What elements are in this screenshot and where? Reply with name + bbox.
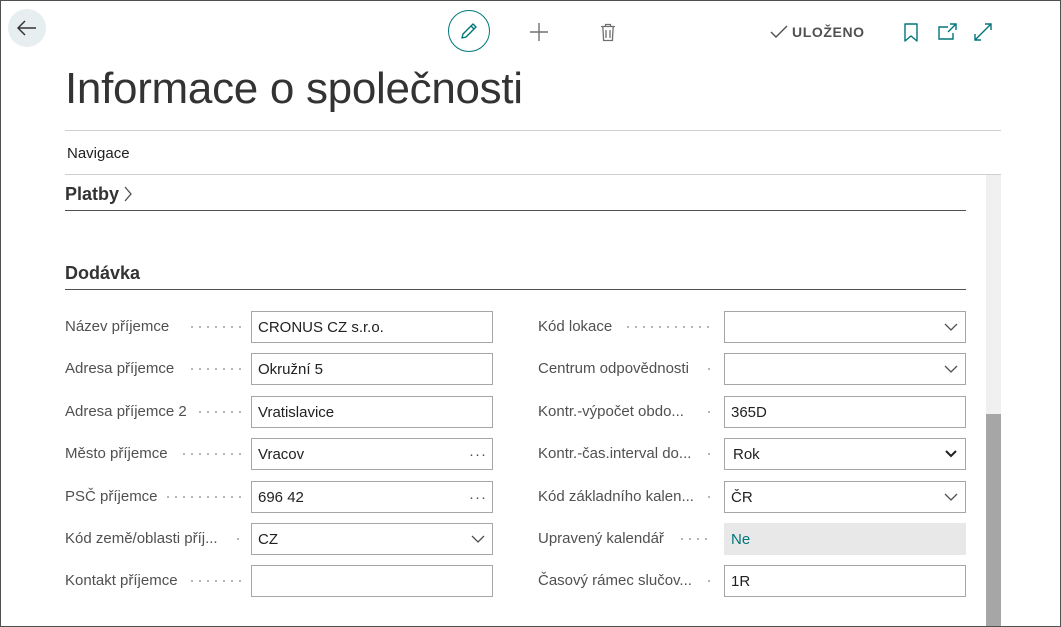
field-label-ship-to-country: Kód země/oblasti příj... xyxy=(65,530,218,547)
label-leader-dots xyxy=(708,481,716,513)
open-new-window-icon xyxy=(938,23,957,40)
expand-button[interactable] xyxy=(972,21,994,43)
location-code-dropdown[interactable] xyxy=(724,311,966,343)
label-leader-dots xyxy=(191,311,247,343)
field-label-ship-to-city: Město příjemce xyxy=(65,445,168,462)
field-label-customized-calendar: Upravený kalendář xyxy=(538,530,664,547)
field-label-cal-convergence-time-frame: Časový rámec slučov... xyxy=(538,572,692,589)
section-shipping-header[interactable]: Dodávka xyxy=(65,260,140,286)
field-label-base-calendar-code: Kód základního kalen... xyxy=(538,488,694,505)
label-leader-dots xyxy=(199,396,247,428)
field-label-responsibility-center: Centrum odpovědnosti xyxy=(538,360,689,377)
bookmark-button[interactable] xyxy=(903,21,919,43)
saved-status: ULOŽENO xyxy=(770,21,865,43)
field-label-check-avail-time-bucket: Kontr.-čas.interval do... xyxy=(538,445,692,462)
label-leader-dots xyxy=(681,523,713,555)
check-avail-period-input[interactable]: 365D xyxy=(724,396,966,428)
navigation-divider xyxy=(65,174,1001,175)
chevron-down-icon[interactable] xyxy=(937,365,965,373)
ship-to-address-2-input[interactable]: Vratislavice xyxy=(251,396,493,428)
delete-button[interactable] xyxy=(598,21,618,43)
window-frame: ULOŽENO Informace o společnosti Navigace… xyxy=(0,0,1061,627)
label-leader-dots xyxy=(627,311,715,343)
scrollbar-track[interactable] xyxy=(986,175,1001,626)
field-label-ship-to-post-code: PSČ příjemce xyxy=(65,488,158,505)
field-label-ship-to-address: Adresa příjemce xyxy=(65,360,175,377)
ship-to-contact-input[interactable] xyxy=(251,565,493,597)
ship-to-country-dropdown[interactable]: CZ xyxy=(251,523,493,555)
label-leader-dots xyxy=(167,481,247,513)
chevron-down-icon[interactable] xyxy=(937,323,965,331)
back-button[interactable] xyxy=(8,9,46,47)
section-payments-header[interactable]: Platby xyxy=(65,181,133,207)
customized-calendar-link[interactable]: Ne xyxy=(724,523,966,555)
label-leader-dots xyxy=(237,523,245,555)
field-label-check-avail-period: Kontr.-výpočet obdo... xyxy=(538,403,684,420)
label-leader-dots xyxy=(708,353,716,385)
label-leader-dots xyxy=(183,438,247,470)
field-label-ship-to-address-2: Adresa příjemce 2 xyxy=(65,403,187,420)
plus-icon xyxy=(530,23,548,41)
responsibility-center-dropdown[interactable] xyxy=(724,353,966,385)
section-shipping-title: Dodávka xyxy=(65,262,141,283)
navigation-menu[interactable]: Navigace xyxy=(67,145,130,162)
base-calendar-code-dropdown[interactable]: ČR xyxy=(724,481,966,513)
label-leader-dots xyxy=(708,396,716,428)
saved-status-label: ULOŽENO xyxy=(792,24,865,40)
expand-icon xyxy=(974,23,992,41)
title-divider xyxy=(65,130,1001,131)
field-label-location-code: Kód lokace xyxy=(538,318,613,335)
chevron-down-icon[interactable] xyxy=(464,535,492,543)
page-title: Informace o společnosti xyxy=(65,64,523,113)
section-shipping-divider xyxy=(65,289,966,290)
chevron-right-icon xyxy=(124,186,132,202)
trash-icon xyxy=(601,23,615,41)
lookup-ellipsis-icon[interactable]: ··· xyxy=(464,489,492,506)
section-payments-divider xyxy=(65,210,966,211)
check-avail-time-bucket-select[interactable]: Rok xyxy=(724,438,966,470)
pencil-icon xyxy=(461,23,477,39)
bookmark-icon xyxy=(904,22,918,42)
label-leader-dots xyxy=(191,353,247,385)
ship-to-name-input[interactable]: CRONUS CZ s.r.o. xyxy=(251,311,493,343)
lookup-ellipsis-icon[interactable]: ··· xyxy=(464,446,492,463)
field-label-ship-to-contact: Kontakt příjemce xyxy=(65,572,178,589)
label-leader-dots xyxy=(708,565,716,597)
arrow-left-icon xyxy=(17,20,36,36)
checkmark-icon xyxy=(770,25,788,38)
open-new-window-button[interactable] xyxy=(936,21,958,43)
ship-to-post-code-input[interactable]: 696 42 ··· xyxy=(251,481,493,513)
scrollbar-thumb[interactable] xyxy=(986,414,1001,626)
label-leader-dots xyxy=(708,438,716,470)
chevron-down-icon[interactable] xyxy=(937,493,965,501)
label-leader-dots xyxy=(191,565,247,597)
chevron-down-icon[interactable] xyxy=(937,450,965,458)
ship-to-city-input[interactable]: Vracov ··· xyxy=(251,438,493,470)
ship-to-address-input[interactable]: Okružní 5 xyxy=(251,353,493,385)
field-label-ship-to-name: Název příjemce xyxy=(65,318,170,335)
section-payments-title: Platby xyxy=(65,183,120,204)
edit-button[interactable] xyxy=(448,10,490,52)
new-button[interactable] xyxy=(528,21,550,43)
cal-convergence-time-frame-input[interactable]: 1R xyxy=(724,565,966,597)
